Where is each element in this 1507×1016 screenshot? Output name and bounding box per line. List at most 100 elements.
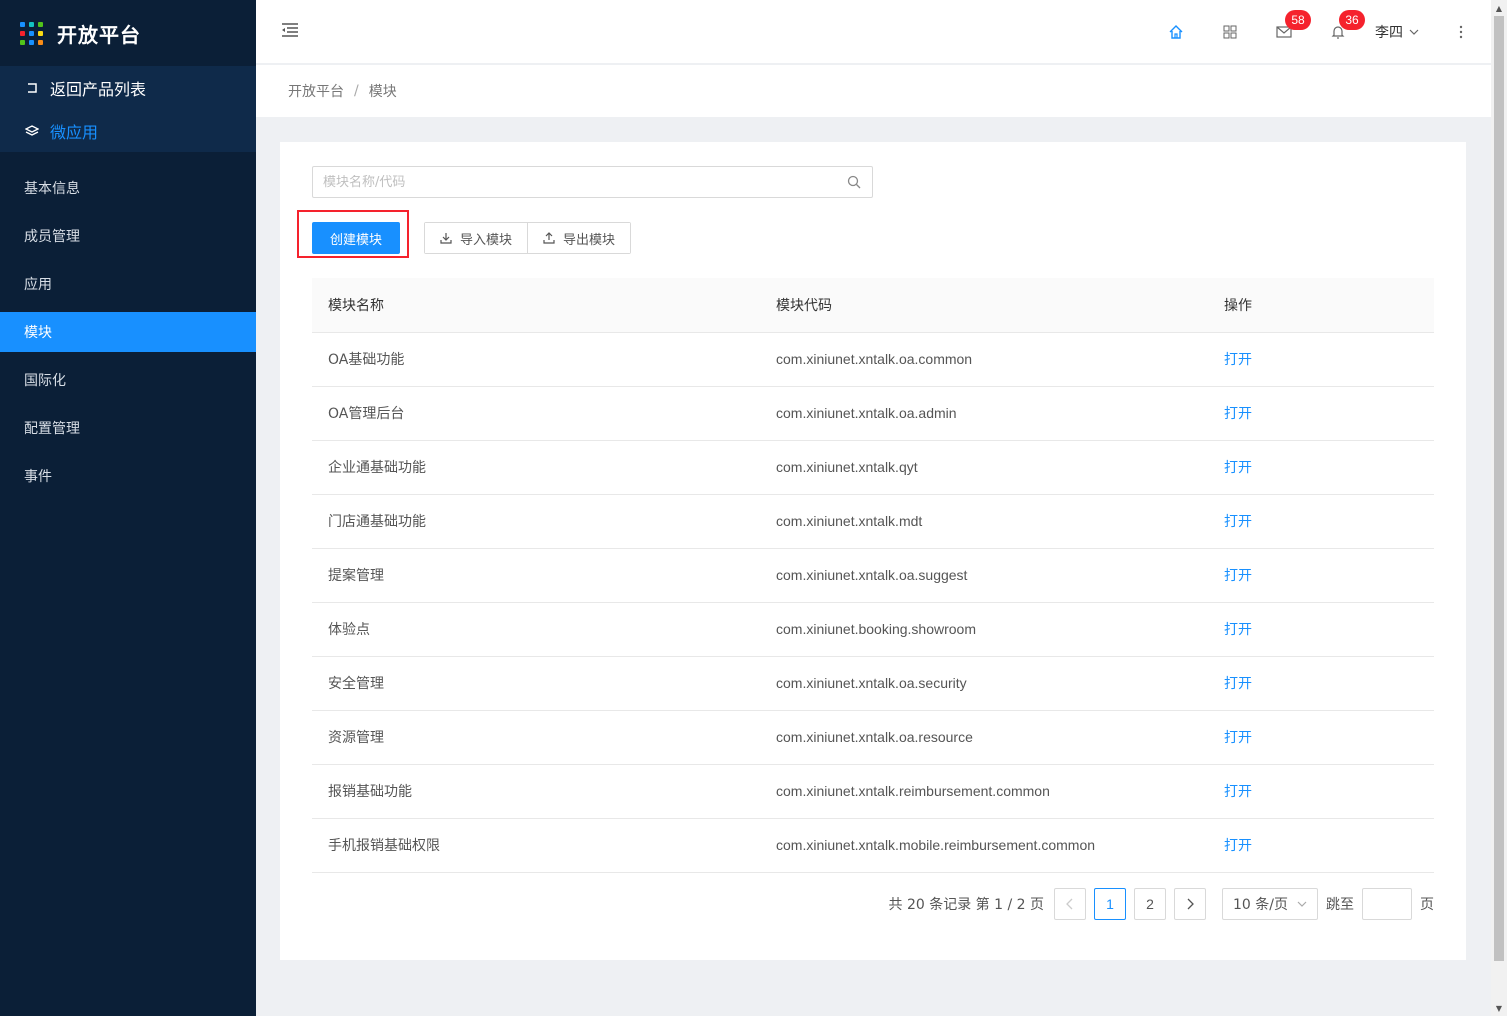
jump-page-input[interactable] [1362, 888, 1412, 920]
micro-app-link[interactable]: 微应用 [0, 109, 256, 152]
chevron-right-icon [1187, 898, 1194, 910]
scroll-up-icon[interactable]: ▲ [1491, 0, 1507, 16]
top-header: 58 36 李四 [256, 0, 1491, 64]
page-size-value: 10 条/页 [1233, 897, 1288, 913]
export-module-button[interactable]: 导出模块 [527, 223, 631, 253]
scroll-down-icon[interactable]: ▼ [1491, 1000, 1507, 1016]
open-link[interactable]: 打开 [1224, 406, 1252, 422]
import-module-label: 导入模块 [460, 232, 513, 248]
table-row: 资源管理 com.xiniunet.xntalk.oa.resource 打开 [312, 710, 1434, 765]
breadcrumb-root[interactable]: 开放平台 [288, 81, 344, 101]
column-header-code[interactable]: 模块代码 [760, 278, 1208, 333]
open-link[interactable]: 打开 [1224, 352, 1252, 368]
mail-button[interactable]: 58 [1257, 0, 1311, 64]
search-box [312, 166, 873, 198]
user-name: 李四 [1375, 25, 1403, 41]
module-name: 手机报销基础权限 [312, 818, 760, 873]
menu-item-config[interactable]: 配置管理 [0, 408, 256, 448]
module-code: com.xiniunet.xntalk.qyt [760, 440, 1208, 495]
module-name: 报销基础功能 [312, 764, 760, 819]
module-name: 提案管理 [312, 548, 760, 603]
table-row: 手机报销基础权限 com.xiniunet.xntalk.mobile.reimb… [312, 818, 1434, 873]
module-name: OA基础功能 [312, 332, 760, 387]
page-button-2[interactable]: 2 [1134, 888, 1166, 920]
back-icon [24, 81, 40, 95]
side-menu: 基本信息 成员管理 应用 模块 国际化 配置管理 事件 [0, 168, 256, 496]
prev-page-button[interactable] [1054, 888, 1086, 920]
layers-icon [24, 124, 40, 138]
open-link[interactable]: 打开 [1224, 730, 1252, 746]
import-export-group: 导入模块 导出模块 [424, 222, 632, 254]
more-button[interactable] [1431, 0, 1491, 64]
export-module-label: 导出模块 [563, 232, 616, 248]
menu-item-apps[interactable]: 应用 [0, 264, 256, 304]
menu-fold-icon[interactable] [280, 20, 300, 40]
micro-app-label: 微应用 [50, 122, 99, 142]
module-code: com.xiniunet.xntalk.oa.admin [760, 386, 1208, 441]
column-header-action: 操作 [1208, 278, 1434, 333]
module-code: com.xiniunet.xntalk.mdt [760, 494, 1208, 549]
module-name: 安全管理 [312, 656, 760, 711]
page-button-1[interactable]: 1 [1094, 888, 1126, 920]
sidebar: 开放平台 返回产品列表 微应用 基本信息 成员管理 应用 模块 国际化 配置管理… [0, 0, 256, 1016]
column-header-name[interactable]: 模块名称 [312, 278, 760, 333]
page-size-select[interactable]: 10 条/页 [1222, 888, 1318, 920]
table-row: 提案管理 com.xiniunet.xntalk.oa.suggest 打开 [312, 548, 1434, 603]
jump-label: 跳至 [1326, 897, 1354, 913]
chevron-left-icon [1066, 898, 1073, 910]
open-link[interactable]: 打开 [1224, 622, 1252, 638]
user-menu[interactable]: 李四 [1365, 0, 1431, 64]
home-button[interactable] [1149, 0, 1203, 64]
table-row: 报销基础功能 com.xiniunet.xntalk.reimbursement.… [312, 764, 1434, 819]
search-input[interactable] [323, 174, 846, 190]
scroll-thumb[interactable] [1494, 16, 1504, 961]
import-module-button[interactable]: 导入模块 [425, 223, 528, 253]
open-link[interactable]: 打开 [1224, 676, 1252, 692]
page-scrollbar[interactable]: ▲ ▼ [1491, 0, 1507, 1016]
module-code: com.xiniunet.xntalk.oa.suggest [760, 548, 1208, 603]
header-actions: 58 36 李四 [1149, 0, 1491, 64]
menu-item-members[interactable]: 成员管理 [0, 216, 256, 256]
menu-item-events[interactable]: 事件 [0, 456, 256, 496]
dashboard-button[interactable] [1203, 0, 1257, 64]
module-name: 体验点 [312, 602, 760, 657]
next-page-button[interactable] [1174, 888, 1206, 920]
pagination: 共 20 条记录 第 1 / 2 页 1 2 10 条/页 跳至 页 [889, 888, 1434, 920]
table-row: 门店通基础功能 com.xiniunet.xntalk.mdt 打开 [312, 494, 1434, 549]
module-code: com.xiniunet.xntalk.oa.resource [760, 710, 1208, 765]
download-icon [440, 233, 452, 244]
brand: 开放平台 [0, 0, 256, 66]
dashboard-icon [1223, 25, 1237, 39]
module-name: 门店通基础功能 [312, 494, 760, 549]
module-code: com.xiniunet.xntalk.mobile.reimbursement… [760, 818, 1208, 873]
menu-item-basic-info[interactable]: 基本信息 [0, 168, 256, 208]
module-table: 模块名称 模块代码 操作 OA基础功能 com.xiniunet.xntalk.o… [312, 278, 1434, 873]
chevron-down-icon [1297, 899, 1307, 910]
notifications-button[interactable]: 36 [1311, 0, 1365, 64]
breadcrumb-separator: / [354, 83, 359, 99]
search-icon[interactable] [846, 174, 862, 190]
back-to-products-link[interactable]: 返回产品列表 [0, 66, 256, 109]
page-suffix: 页 [1420, 897, 1434, 913]
breadcrumb: 开放平台 / 模块 [256, 65, 1491, 117]
module-code: com.xiniunet.booking.showroom [760, 602, 1208, 657]
open-link[interactable]: 打开 [1224, 514, 1252, 530]
open-link[interactable]: 打开 [1224, 460, 1252, 476]
open-link[interactable]: 打开 [1224, 784, 1252, 800]
table-row: 安全管理 com.xiniunet.xntalk.oa.security 打开 [312, 656, 1434, 711]
chevron-down-icon [1409, 27, 1419, 38]
create-module-button[interactable]: 创建模块 [312, 222, 400, 254]
brand-title: 开放平台 [57, 22, 141, 47]
bell-badge: 36 [1339, 10, 1365, 30]
open-link[interactable]: 打开 [1224, 838, 1252, 854]
apps-grid-icon[interactable] [20, 21, 43, 45]
open-link[interactable]: 打开 [1224, 568, 1252, 584]
breadcrumb-current: 模块 [368, 84, 397, 100]
table-row: 体验点 com.xiniunet.booking.showroom 打开 [312, 602, 1434, 657]
table-row: OA基础功能 com.xiniunet.xntalk.oa.common 打开 [312, 332, 1434, 387]
menu-item-i18n[interactable]: 国际化 [0, 360, 256, 400]
menu-item-modules[interactable]: 模块 [0, 312, 256, 352]
module-code: com.xiniunet.xntalk.oa.common [760, 332, 1208, 387]
module-code: com.xiniunet.xntalk.reimbursement.common [760, 764, 1208, 819]
table-header-row: 模块名称 模块代码 操作 [312, 278, 1434, 333]
